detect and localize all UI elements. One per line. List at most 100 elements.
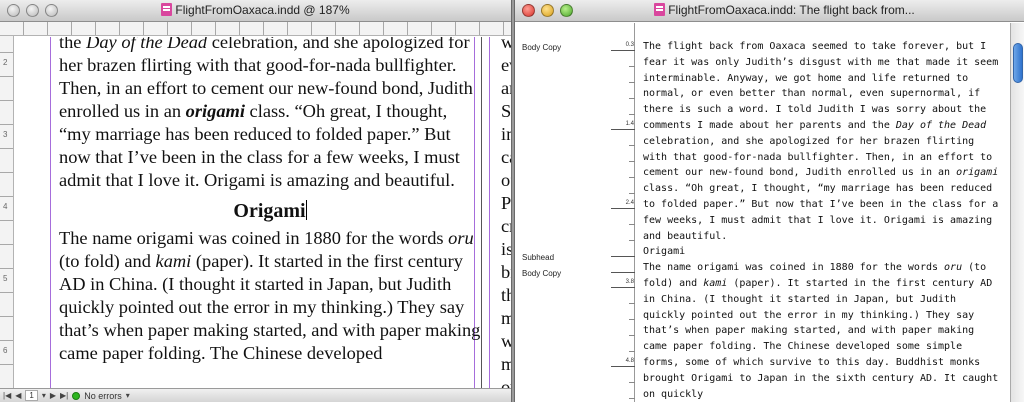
layout-window-title: FlightFromOaxaca.indd @ 187% [175, 3, 350, 17]
indesign-document-icon [654, 3, 666, 16]
depth-tick [629, 66, 635, 67]
page-number-field[interactable]: 1 [25, 390, 38, 401]
layout-window-title-wrap: FlightFromOaxaca.indd @ 187% [0, 3, 511, 17]
text-cursor [305, 200, 307, 220]
depth-tick [629, 177, 635, 178]
next-column-line: Sp [501, 101, 511, 121]
story-italic-run: Day of the Dead [895, 119, 987, 131]
depth-label: 3.8 [625, 279, 634, 285]
story-editor-window: FlightFromOaxaca.indd: The flight back f… [514, 0, 1024, 402]
paragraph-style-column: Body Copy Subhead Body Copy 0.3 1.4 2.4 [515, 23, 635, 402]
ruler-number: 6 [3, 346, 8, 355]
story-text-run: The flight back from Oaxaca seemed to ta… [643, 41, 1005, 131]
bold-italic-text-run: origami [185, 101, 245, 121]
next-column-line: m [501, 353, 511, 376]
story-window-titlebar[interactable]: FlightFromOaxaca.indd: The flight back f… [515, 0, 1024, 22]
depth-mark [611, 50, 635, 51]
depth-tick [629, 224, 635, 225]
next-column-line: is [501, 239, 511, 259]
depth-tick [629, 398, 635, 399]
next-column-line: we [501, 37, 511, 54]
depth-mark [611, 208, 635, 209]
last-page-icon[interactable]: ▶| [60, 391, 68, 400]
status-bar: |◀ ◀ 1 ▾ ▶ ▶| No errors ▾ [0, 388, 511, 402]
subhead: Origami [59, 200, 481, 223]
story-editor-pane: Body Copy Subhead Body Copy 0.3 1.4 2.4 [515, 23, 1010, 402]
depth-tick [629, 82, 635, 83]
depth-tick [629, 303, 635, 304]
first-page-icon[interactable]: |◀ [3, 391, 11, 400]
next-column-line: Po [501, 193, 511, 213]
ruler-number: 5 [3, 274, 8, 283]
depth-tick [629, 351, 635, 352]
depth-tick [629, 335, 635, 336]
depth-mark [611, 366, 635, 367]
style-label-body-copy: Body Copy [522, 269, 562, 278]
ruler-number: 3 [3, 130, 8, 139]
story-window-title: FlightFromOaxaca.indd: The flight back f… [668, 3, 915, 17]
story-italic-run: oru [944, 262, 963, 274]
horizontal-ruler[interactable] [0, 22, 511, 36]
body-paragraph: The name origami was coined in 1880 for … [59, 227, 481, 365]
preflight-status-text[interactable]: No errors [84, 391, 122, 401]
depth-ruler: 0.3 1.4 2.4 3.8 4.8 [611, 23, 635, 402]
italic-text-run: Day of the Dead [86, 37, 208, 52]
next-column-line: wh [501, 330, 511, 353]
left-margin-guide [50, 37, 51, 388]
italic-text-run: kami [155, 251, 192, 271]
depth-tick [629, 145, 635, 146]
text-run: The name origami was coined in 1880 for … [59, 228, 449, 248]
next-column-text[interactable]: we ev ar Sp in ca of Po cra is br th m w… [501, 37, 511, 388]
depth-label: 0.3 [625, 42, 634, 48]
depth-mark [611, 256, 635, 257]
depth-tick [629, 319, 635, 320]
depth-mark [611, 272, 635, 273]
previous-page-icon[interactable]: ◀ [15, 391, 21, 400]
ruler-number: 2 [3, 58, 8, 67]
indesign-document-icon [161, 3, 173, 16]
vertical-ruler[interactable]: 2 3 4 5 6 [0, 36, 14, 388]
depth-tick [629, 382, 635, 383]
page-gutter-edge [481, 37, 482, 388]
depth-mark [611, 129, 635, 130]
scrollbar-thumb[interactable] [1013, 43, 1023, 83]
next-column-line: ca [501, 147, 511, 167]
depth-label: 4.8 [625, 358, 634, 364]
style-label-body-copy: Body Copy [522, 43, 562, 52]
next-column-line: m [501, 307, 511, 330]
depth-label: 1.4 [625, 121, 634, 127]
next-column-line: br [501, 262, 511, 282]
text-frame[interactable]: the Day of the Dead celebration, and she… [59, 37, 481, 365]
depth-mark [611, 287, 635, 288]
subhead-text: Origami [233, 200, 306, 222]
story-italic-run: kami [703, 277, 728, 289]
preflight-menu-chevron-icon[interactable]: ▾ [126, 391, 130, 400]
depth-label: 2.4 [625, 200, 634, 206]
body-paragraph: the Day of the Dead celebration, and she… [59, 37, 481, 192]
story-text-editor[interactable]: The flight back from Oaxaca seemed to ta… [643, 39, 1003, 402]
text-run: the [59, 37, 87, 52]
page-canvas[interactable]: the Day of the Dead celebration, and she… [15, 37, 511, 388]
style-label-subhead: Subhead [522, 253, 555, 262]
page-menu-chevron-icon[interactable]: ▾ [42, 391, 46, 400]
depth-tick [629, 240, 635, 241]
layout-window: FlightFromOaxaca.indd @ 187% 2 3 4 5 6 t… [0, 0, 512, 402]
next-column-line: ov [501, 377, 511, 388]
next-column-line: th [501, 285, 511, 305]
story-text-run: class. “Oh great, I thought, “my marriag… [643, 167, 1005, 242]
next-column-line: in [501, 124, 511, 144]
story-text-run: (paper). It started in the first century… [643, 277, 1005, 400]
next-column-line: cra [501, 216, 511, 236]
next-column-line: ev [501, 55, 511, 75]
story-vertical-scrollbar[interactable] [1010, 23, 1024, 402]
depth-tick [629, 98, 635, 99]
next-page-icon[interactable]: ▶ [50, 391, 56, 400]
layout-window-titlebar[interactable]: FlightFromOaxaca.indd @ 187% [0, 0, 511, 22]
text-run: (to fold) and [59, 251, 156, 271]
depth-tick [629, 114, 635, 115]
story-subhead: Origami [643, 246, 686, 258]
story-text-run: The name origami was coined in 1880 for … [643, 262, 945, 274]
story-italic-run: origami [956, 167, 999, 179]
next-column-line: of [501, 170, 511, 190]
next-column-guide [489, 37, 490, 388]
